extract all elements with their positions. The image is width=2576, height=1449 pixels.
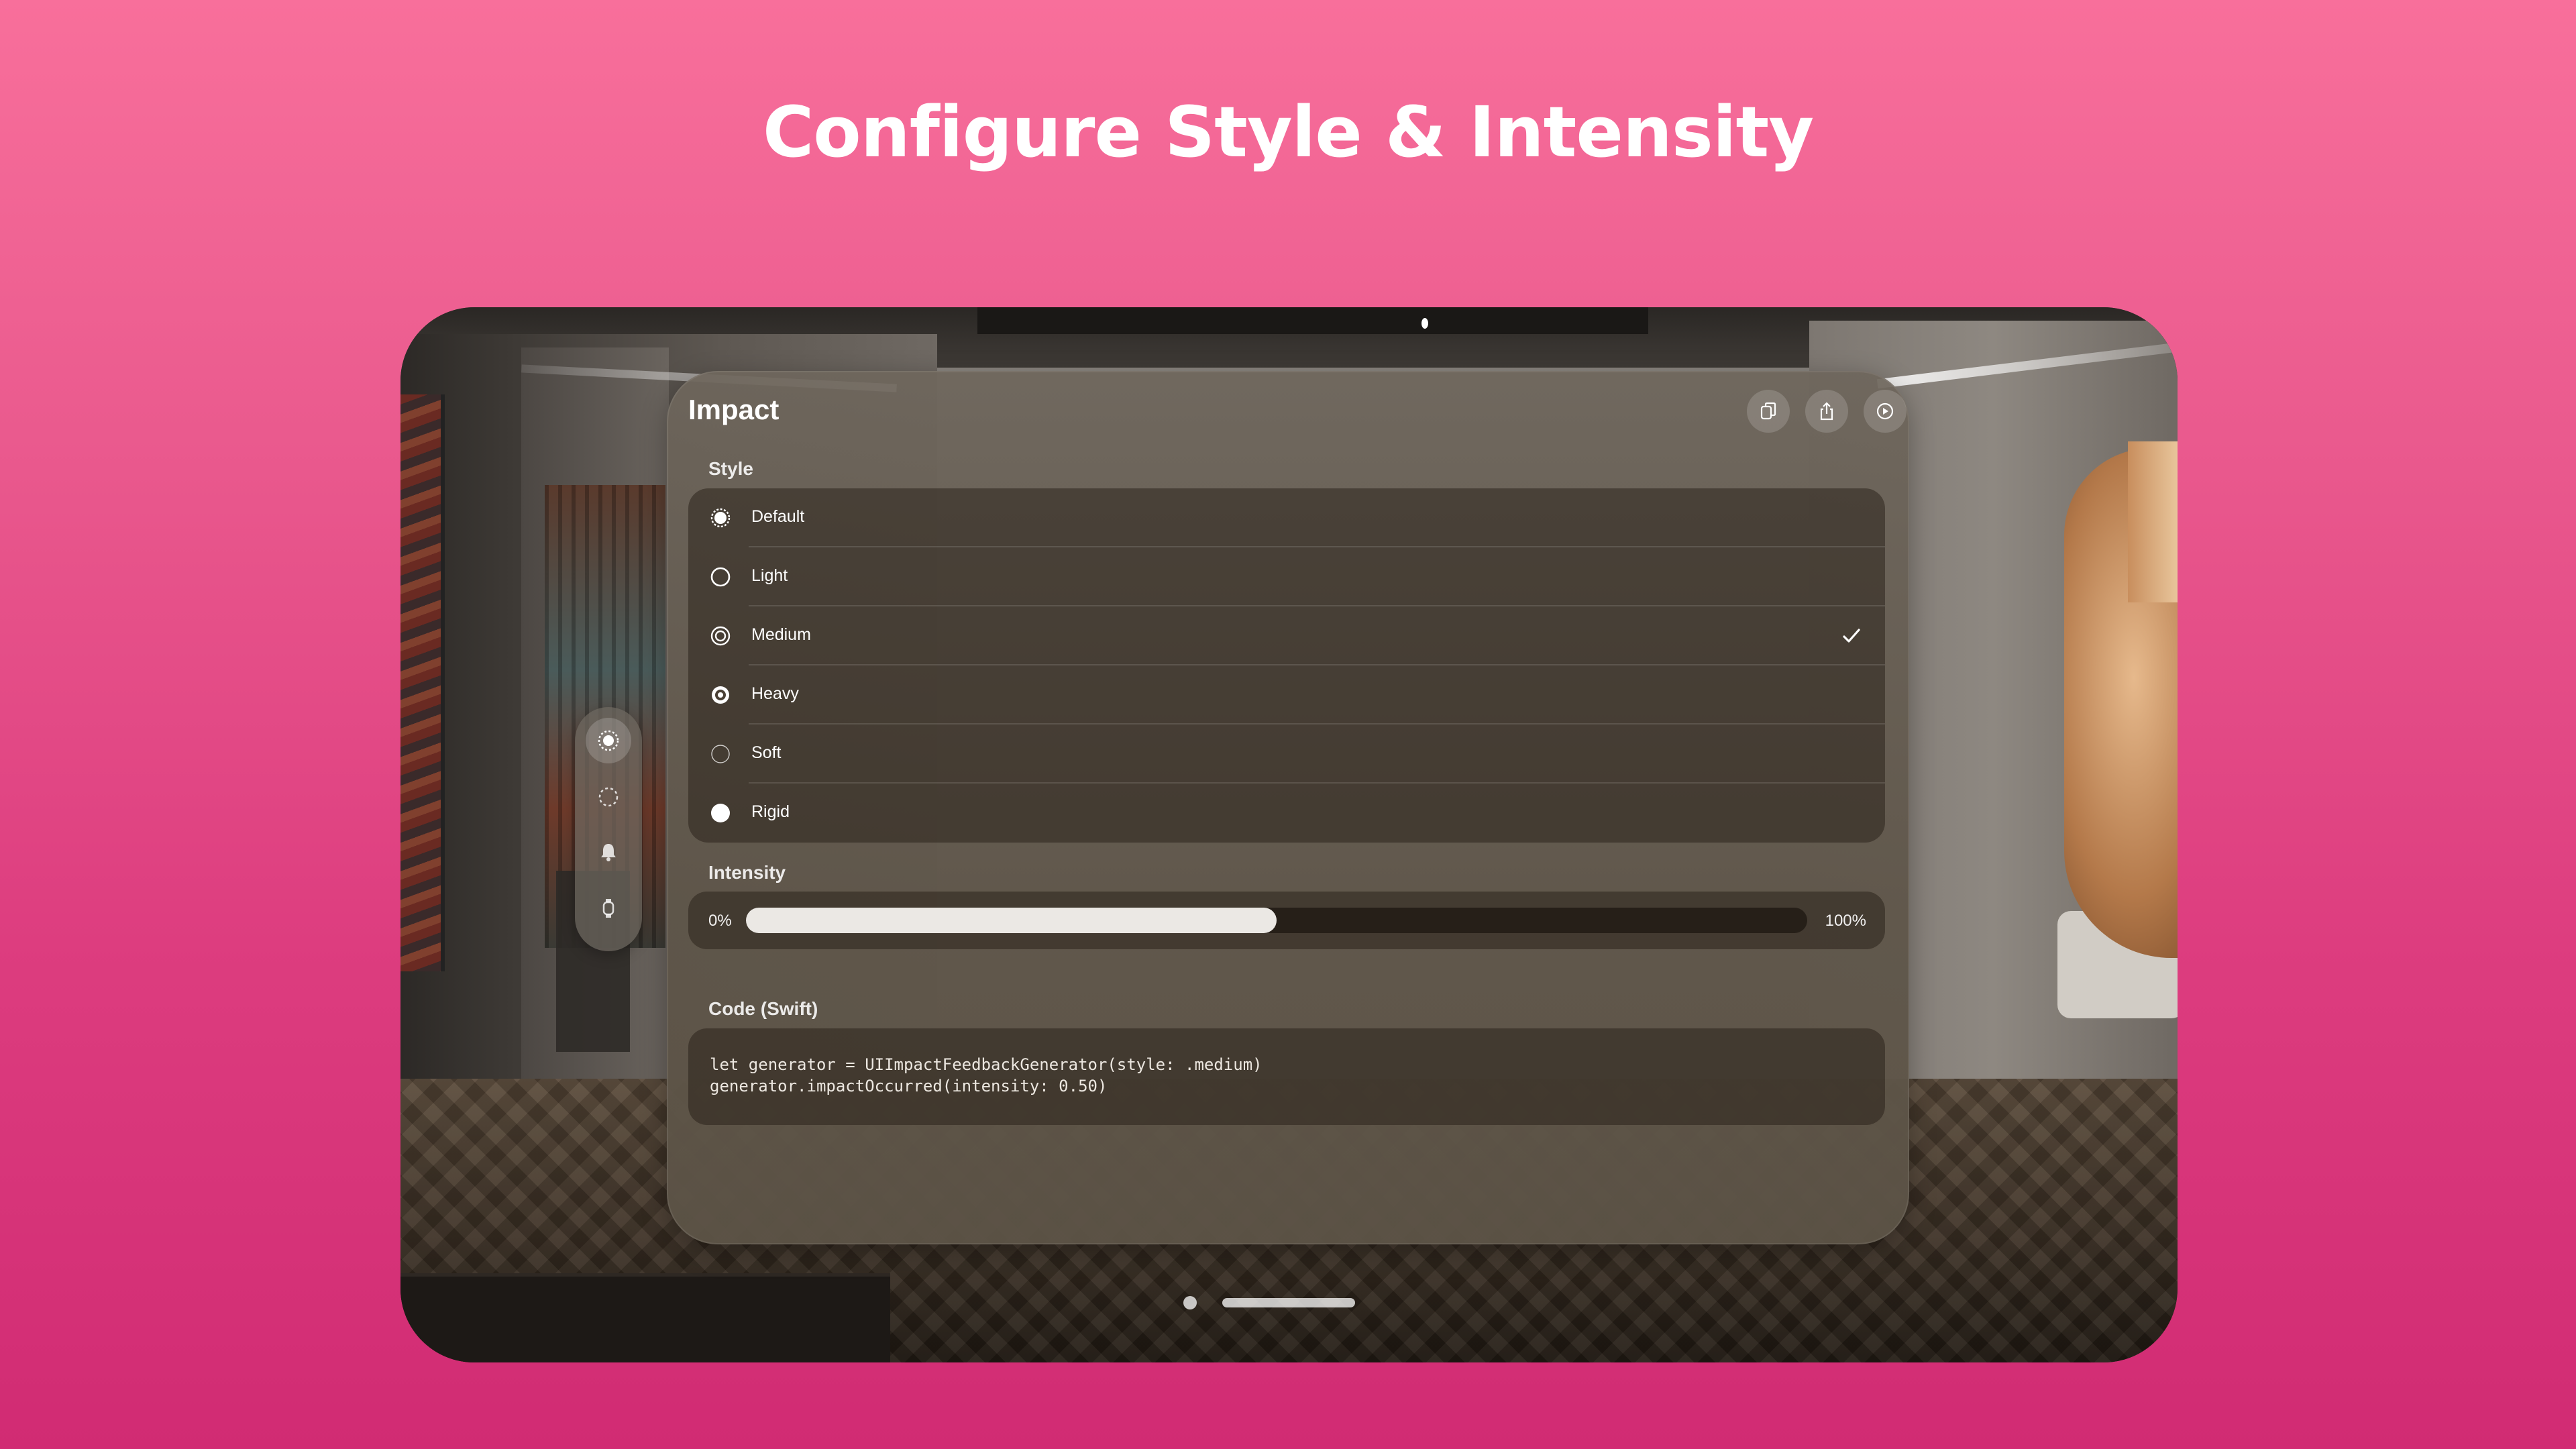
style-option-medium[interactable]: Medium <box>688 606 1885 665</box>
radio-thin-ring-icon <box>711 745 730 763</box>
ornament-sidebar <box>575 707 642 951</box>
radio-empty-icon <box>710 567 731 587</box>
play-icon <box>1876 402 1894 420</box>
intensity-min-label: 0% <box>708 912 732 930</box>
impact-tab[interactable] <box>586 718 631 763</box>
dotted-circle-icon <box>598 787 619 807</box>
headline: Configure Style & Intensity <box>762 91 1814 173</box>
alert-tab[interactable] <box>586 829 631 875</box>
bell-icon <box>601 844 616 861</box>
style-section-label: Style <box>708 458 753 479</box>
code-section-label: Code (Swift) <box>708 998 818 1019</box>
painting-left <box>400 394 445 971</box>
radio-double-ring-icon <box>710 626 731 646</box>
intensity-max-label: 100% <box>1825 912 1866 930</box>
code-block: let generator = UIImpactFeedbackGenerato… <box>688 1028 1885 1125</box>
style-option-label: Heavy <box>751 684 799 703</box>
share-icon <box>1820 402 1833 421</box>
radio-bold-dot-icon <box>712 686 729 704</box>
radio-solid-icon <box>711 804 730 822</box>
style-option-rigid[interactable]: Rigid <box>688 784 1885 843</box>
style-list: Default Light Medium Heavy Soft Rigid <box>688 488 1885 843</box>
watch-icon <box>602 899 614 918</box>
intensity-section-label: Intensity <box>708 862 786 883</box>
code-line: generator.impactOccurred(intensity: 0.50… <box>710 1077 1108 1095</box>
intensity-slider[interactable] <box>746 908 1807 933</box>
style-option-soft[interactable]: Soft <box>688 724 1885 784</box>
style-option-label: Light <box>751 566 788 585</box>
intensity-card: 0% 100% <box>688 892 1885 949</box>
device-window: Impact Style Default Light Medium Heavy … <box>400 307 2178 1362</box>
panel-title: Impact <box>688 394 780 425</box>
radio-dotted-filled-icon <box>710 508 731 528</box>
style-option-label: Default <box>751 507 805 526</box>
style-option-heavy[interactable]: Heavy <box>688 665 1885 724</box>
style-option-light[interactable]: Light <box>688 547 1885 606</box>
page-indicator-dot[interactable] <box>1183 1296 1197 1309</box>
watch-tab[interactable] <box>586 885 631 931</box>
impact-icon <box>598 730 619 751</box>
style-option-label: Medium <box>751 625 811 644</box>
window-grabber-bar[interactable] <box>1222 1298 1355 1307</box>
copy-button[interactable] <box>1747 390 1790 433</box>
copy-icon <box>1760 402 1776 420</box>
notification-tab[interactable] <box>586 774 631 820</box>
bench <box>400 1273 890 1362</box>
intensity-slider-fill <box>746 908 1277 933</box>
code-line: let generator = UIImpactFeedbackGenerato… <box>710 1055 1263 1074</box>
style-option-default[interactable]: Default <box>688 488 1885 547</box>
play-button[interactable] <box>1864 390 1907 433</box>
checkmark-icon <box>1843 629 1860 643</box>
style-option-label: Soft <box>751 743 782 762</box>
share-button[interactable] <box>1805 390 1848 433</box>
style-option-label: Rigid <box>751 802 790 821</box>
impact-panel: Impact Style Default Light Medium Heavy … <box>667 371 1909 1244</box>
